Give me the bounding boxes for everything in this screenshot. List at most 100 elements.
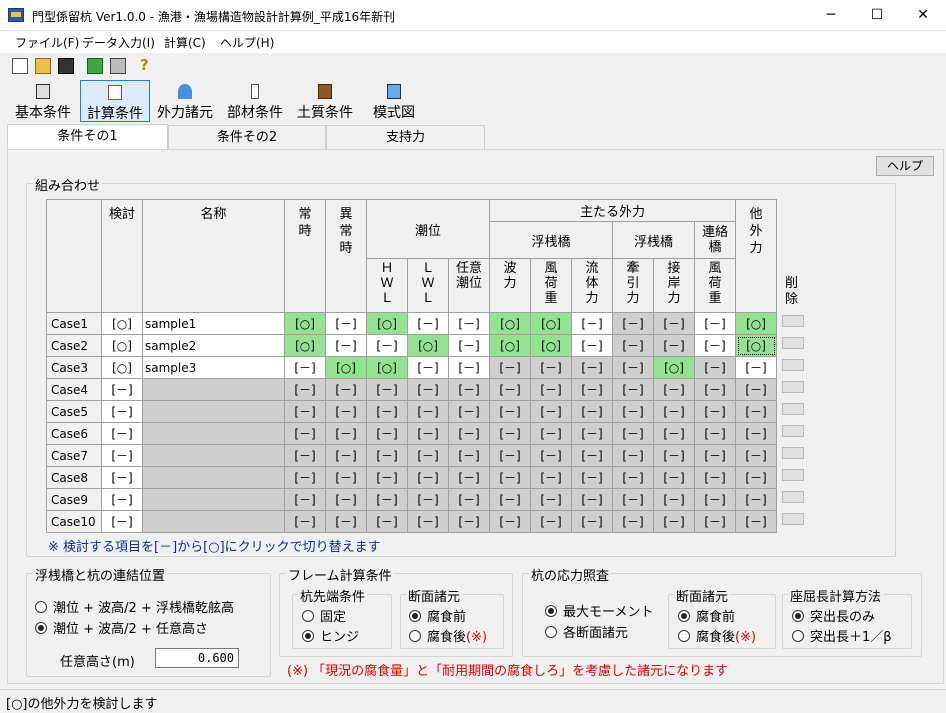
cell-berth[interactable]: [－] (653, 400, 695, 423)
cell-abnormal[interactable]: [－] (325, 378, 367, 401)
cell-berth[interactable]: [－] (653, 334, 695, 357)
cell-tow[interactable]: [－] (612, 378, 654, 401)
cell-wave[interactable]: [－] (489, 444, 531, 467)
delete-row-button[interactable] (782, 447, 804, 459)
cell-berth[interactable]: [－] (653, 444, 695, 467)
cell-berth[interactable]: [－] (653, 510, 695, 533)
radio-circle[interactable] (678, 630, 690, 642)
cell-normal[interactable]: [－] (284, 422, 326, 445)
cell-current[interactable]: [－] (571, 378, 613, 401)
cell-current[interactable]: [－] (571, 356, 613, 379)
open-folder-icon[interactable] (35, 58, 51, 74)
new-file-icon[interactable] (12, 58, 28, 74)
cell-other[interactable]: [－] (735, 378, 777, 401)
cell-hwl[interactable]: [－] (366, 488, 408, 511)
cell-any-tide[interactable]: [－] (448, 422, 490, 445)
radio-circle[interactable] (35, 622, 47, 634)
cell-other[interactable]: [－] (735, 422, 777, 445)
cell-wind-1[interactable]: [－] (530, 422, 572, 445)
cell-abnormal[interactable]: [－] (325, 422, 367, 445)
cell-normal[interactable]: [－] (284, 510, 326, 533)
cell-normal[interactable]: [－] (284, 356, 326, 379)
radio-circle[interactable] (792, 630, 804, 642)
connection-option-any-height[interactable]: 潮位 + 波高/2 + 任意高さ (35, 618, 208, 637)
cell-abnormal[interactable]: [－] (325, 444, 367, 467)
check-cell[interactable]: [－] (101, 488, 143, 511)
cell-abnormal[interactable]: [－] (325, 312, 367, 335)
diagram-button[interactable]: 模式図 (366, 80, 422, 122)
cell-berth[interactable]: [－] (653, 312, 695, 335)
cell-lwl[interactable]: [－] (407, 312, 449, 335)
soil-conditions-button[interactable]: 土質条件 (292, 80, 358, 122)
menu-data-input[interactable]: データ入力(I) (82, 34, 155, 51)
cell-wind-2[interactable]: [－] (694, 488, 736, 511)
name-cell[interactable]: sample2 (142, 334, 285, 357)
cell-tow[interactable]: [－] (612, 400, 654, 423)
radio-circle[interactable] (545, 605, 557, 617)
cell-other[interactable]: [－] (735, 510, 777, 533)
cell-tow[interactable]: [－] (612, 466, 654, 489)
cell-any-tide[interactable]: [－] (448, 312, 490, 335)
check-cell[interactable]: [○] (101, 356, 143, 379)
cell-normal[interactable]: [－] (284, 444, 326, 467)
stress-max-moment[interactable]: 最大モーメント (545, 601, 653, 620)
delete-row-button[interactable] (782, 425, 804, 437)
cell-abnormal[interactable]: [－] (325, 466, 367, 489)
cell-abnormal[interactable]: [－] (325, 400, 367, 423)
cell-current[interactable]: [－] (571, 488, 613, 511)
cell-tow[interactable]: [－] (612, 488, 654, 511)
cell-wind-2[interactable]: [－] (694, 444, 736, 467)
cell-wind-1[interactable]: [－] (530, 356, 572, 379)
cell-hwl[interactable]: [－] (366, 400, 408, 423)
cell-hwl[interactable]: [－] (366, 378, 408, 401)
cell-wind-1[interactable]: [－] (530, 400, 572, 423)
delete-row-button[interactable] (782, 469, 804, 481)
stress-each-section[interactable]: 各断面諸元 (545, 622, 628, 641)
cell-wind-1[interactable]: [○] (530, 312, 572, 335)
cell-current[interactable]: [－] (571, 312, 613, 335)
cell-lwl[interactable]: [－] (407, 356, 449, 379)
basic-conditions-button[interactable]: 基本条件 (10, 80, 76, 122)
stress-section-after[interactable]: 腐食後(※) (678, 626, 756, 645)
cell-tow[interactable]: [－] (612, 356, 654, 379)
cell-lwl[interactable]: [○] (407, 334, 449, 357)
check-cell[interactable]: [○] (101, 334, 143, 357)
cell-any-tide[interactable]: [－] (448, 400, 490, 423)
cell-wave[interactable]: [○] (489, 312, 531, 335)
cell-hwl[interactable]: [－] (366, 444, 408, 467)
cell-wind-1[interactable]: [－] (530, 444, 572, 467)
cell-wind-1[interactable]: [○] (530, 334, 572, 357)
cell-other[interactable]: [○] (735, 334, 777, 357)
pile-tip-fixed[interactable]: 固定 (302, 606, 346, 625)
cell-wind-1[interactable]: [－] (530, 510, 572, 533)
cell-other[interactable]: [－] (735, 466, 777, 489)
maximize-button[interactable]: ☐ (854, 0, 900, 31)
cell-berth[interactable]: [－] (653, 466, 695, 489)
cell-other[interactable]: [－] (735, 356, 777, 379)
radio-circle[interactable] (792, 610, 804, 622)
cell-current[interactable]: [－] (571, 466, 613, 489)
cell-normal[interactable]: [○] (284, 334, 326, 357)
cell-abnormal[interactable]: [○] (325, 356, 367, 379)
cell-lwl[interactable]: [－] (407, 422, 449, 445)
delete-row-button[interactable] (782, 403, 804, 415)
cell-current[interactable]: [－] (571, 444, 613, 467)
radio-circle[interactable] (545, 626, 557, 638)
cell-wind-1[interactable]: [－] (530, 378, 572, 401)
cell-hwl[interactable]: [○] (366, 356, 408, 379)
radio-circle[interactable] (35, 601, 47, 613)
cell-any-tide[interactable]: [－] (448, 356, 490, 379)
delete-row-button[interactable] (782, 381, 804, 393)
radio-circle[interactable] (409, 630, 421, 642)
delete-row-button[interactable] (782, 315, 804, 327)
cell-hwl[interactable]: [－] (366, 466, 408, 489)
cell-other[interactable]: [○] (735, 312, 777, 335)
cell-normal[interactable]: [○] (284, 312, 326, 335)
radio-circle[interactable] (302, 610, 314, 622)
cell-current[interactable]: [－] (571, 422, 613, 445)
check-cell[interactable]: [○] (101, 312, 143, 335)
cell-other[interactable]: [－] (735, 488, 777, 511)
radio-circle[interactable] (302, 630, 314, 642)
cell-hwl[interactable]: [－] (366, 422, 408, 445)
cell-any-tide[interactable]: [－] (448, 466, 490, 489)
